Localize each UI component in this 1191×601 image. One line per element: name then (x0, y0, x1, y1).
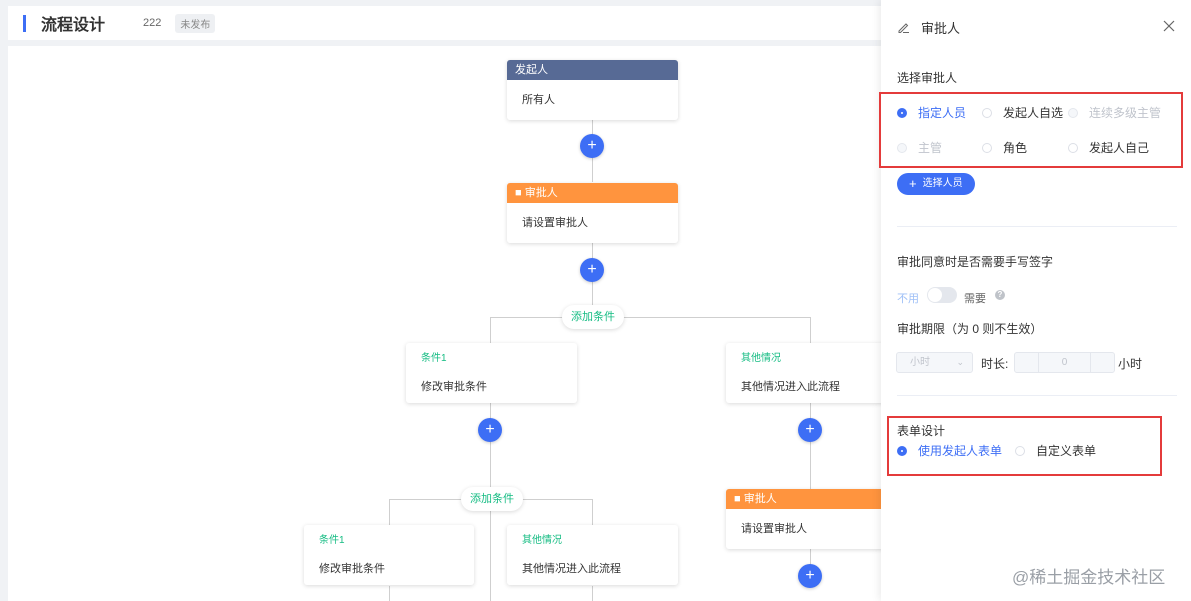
approver-node-body: 请设置审批人 (522, 217, 588, 229)
signature-toggle[interactable] (927, 287, 957, 303)
condition-body: 其他情况进入此流程 (522, 563, 621, 575)
plus-icon: + (805, 567, 815, 584)
select-member-label: 选择人员 (922, 178, 963, 189)
approver-node-body: 请设置审批人 (741, 523, 807, 535)
connector (592, 586, 593, 601)
page-title: 流程设计 (41, 17, 106, 34)
approver-node[interactable]: ■ 审批人 请设置审批人 (726, 489, 882, 549)
condition-node[interactable]: 其他情况 其他情况进入此流程 (726, 343, 882, 403)
condition-body: 其他情况进入此流程 (741, 381, 840, 393)
user-icon: ■ (515, 187, 525, 199)
plus-icon: + (587, 137, 597, 154)
chevron-down-icon: ⌄ (956, 357, 964, 367)
condition-body: 修改审批条件 (421, 381, 487, 393)
connector (490, 317, 491, 343)
starter-node[interactable]: 发起人 所有人 (507, 60, 678, 120)
duration-value: 0 (1061, 357, 1068, 368)
approver-node-title: 审批人 (524, 187, 558, 199)
connector (490, 500, 491, 601)
condition-body: 修改审批条件 (319, 563, 385, 575)
condition-node[interactable]: 条件1 修改审批条件 (304, 525, 474, 585)
close-icon[interactable] (1163, 20, 1175, 32)
approver-node-title: 审批人 (743, 493, 777, 505)
connector (810, 403, 811, 489)
status-badge: 未发布 (175, 13, 216, 33)
add-node-button[interactable]: + (580, 258, 604, 282)
add-node-button[interactable]: + (580, 134, 604, 158)
unit-select-value: 小时 (910, 357, 930, 368)
toggle-on-label: 需要 (964, 293, 986, 305)
increment-button (1090, 353, 1114, 372)
add-condition-button[interactable]: 添加条件 (461, 487, 523, 511)
watermark: @稀土掘金技术社区 (1012, 568, 1166, 587)
help-icon[interactable]: ? (995, 290, 1005, 300)
add-node-button[interactable]: + (478, 418, 502, 442)
connector (810, 317, 811, 343)
panel-title-row: 审批人 (897, 17, 1175, 37)
user-icon: ■ (734, 493, 744, 505)
starter-node-header: 发起人 (507, 60, 678, 80)
version-number: 222 (143, 17, 162, 29)
duration-label: 时长: (981, 357, 1009, 371)
deadline-label: 审批期限（为 0 则不生效） (897, 322, 1043, 336)
divider (897, 226, 1177, 227)
duration-stepper: 0 (1014, 352, 1115, 373)
plus-icon: + (909, 176, 917, 191)
condition-title: 其他情况 (522, 535, 562, 546)
select-member-button[interactable]: + 选择人员 (897, 173, 975, 195)
divider (897, 395, 1177, 396)
toggle-off-label: 不用 (897, 293, 919, 305)
condition-node[interactable]: 条件1 修改审批条件 (406, 343, 577, 403)
duration-unit: 小时 (1118, 357, 1143, 371)
unit-select: 小时 ⌄ (896, 352, 973, 373)
condition-title: 条件1 (421, 353, 447, 364)
decrement-button (1015, 353, 1039, 372)
add-node-button[interactable]: + (798, 418, 822, 442)
plus-icon: + (587, 261, 597, 278)
connector (389, 586, 390, 601)
condition-title: 条件1 (319, 535, 345, 546)
flow-canvas: 发起人 所有人 + ■ 审批人 请设置审批人 + 添加条件 条件1 修改审批条件… (8, 46, 882, 601)
select-approver-label: 选择审批人 (897, 71, 958, 85)
plus-icon: + (485, 421, 495, 438)
page-header: 流程设计 222 未发布 (8, 6, 882, 40)
header-accent-bar (23, 14, 26, 32)
connector (389, 499, 390, 525)
approver-node-header: ■ 审批人 (507, 183, 678, 203)
connector (592, 499, 593, 525)
add-node-button[interactable]: + (798, 564, 822, 588)
approver-settings-panel: 审批人 (881, 0, 1191, 601)
highlight-box (879, 92, 1183, 168)
condition-title: 其他情况 (741, 353, 781, 364)
highlight-box (887, 416, 1162, 476)
condition-node[interactable]: 其他情况 其他情况进入此流程 (507, 525, 678, 585)
approver-node-header: ■ 审批人 (726, 489, 882, 509)
connector (490, 317, 811, 318)
plus-icon: + (805, 421, 815, 438)
approver-node[interactable]: ■ 审批人 请设置审批人 (507, 183, 678, 243)
edit-icon[interactable] (897, 20, 911, 34)
add-condition-button[interactable]: 添加条件 (562, 305, 624, 329)
signature-label: 审批同意时是否需要手写签字 (897, 255, 1054, 269)
starter-node-body: 所有人 (522, 94, 555, 106)
panel-title: 审批人 (921, 20, 961, 36)
